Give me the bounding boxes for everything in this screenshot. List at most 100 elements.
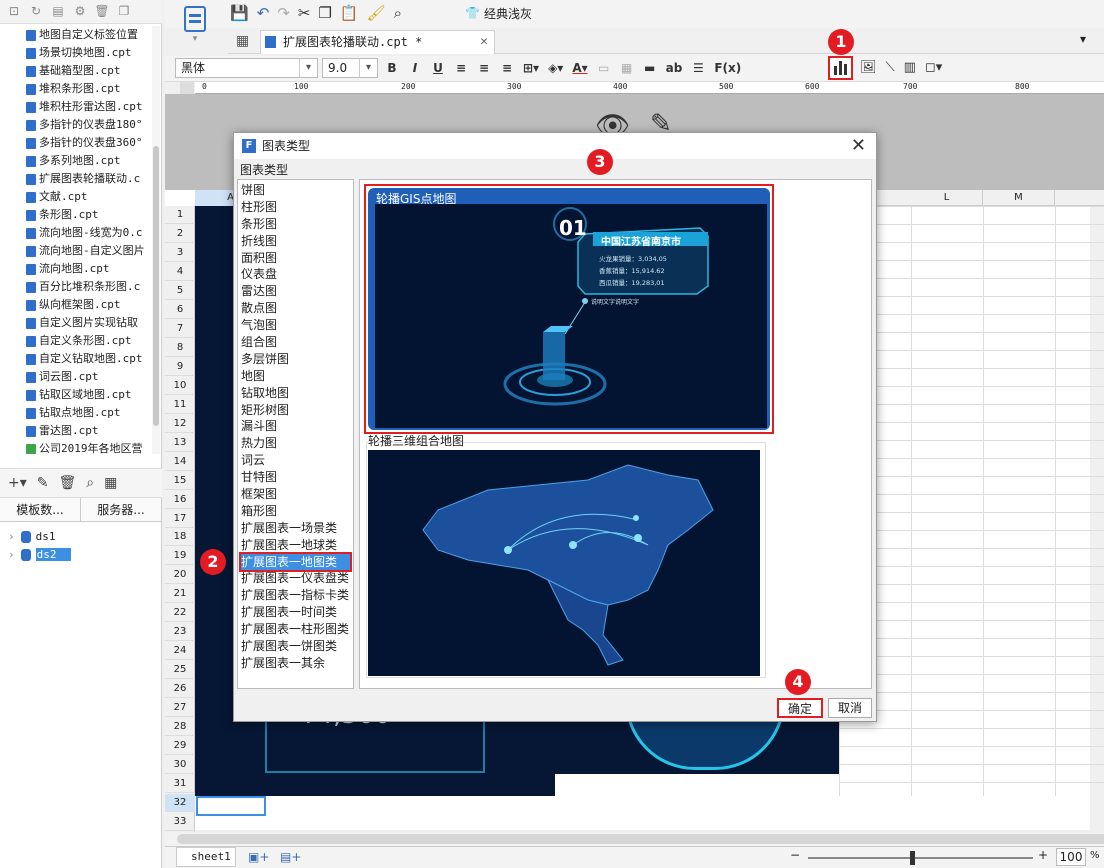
copy-icon[interactable]: ❐ — [318, 4, 331, 22]
file-item[interactable]: 流向地图-线宽为0.c — [0, 224, 152, 242]
row-number[interactable]: 16 — [165, 491, 195, 509]
font-size-select[interactable]: 9.0 ▾ — [322, 58, 378, 78]
file-item[interactable]: 自定义图片实现钻取 — [0, 314, 152, 332]
file-item[interactable]: 钻取区域地图.cpt — [0, 386, 152, 404]
zoom-in-icon[interactable]: + — [1038, 848, 1048, 862]
chart-type-item[interactable]: 雷达图 — [241, 283, 350, 300]
column-l[interactable]: L — [911, 190, 983, 206]
horizontal-scrollbar[interactable] — [165, 832, 1104, 846]
row-number[interactable]: 8 — [165, 339, 195, 357]
row-number[interactable]: 21 — [165, 585, 195, 604]
chart-type-item[interactable]: 饼图 — [241, 182, 350, 199]
chart-type-item[interactable]: 条形图 — [241, 216, 350, 233]
bold-button[interactable]: B — [385, 61, 399, 75]
theme-button[interactable]: 👕 经典浅灰 — [465, 3, 532, 23]
align-left-icon[interactable]: ≡ — [454, 61, 468, 75]
image-icon[interactable]: 🖼 — [860, 60, 877, 75]
row-number[interactable]: 20 — [165, 566, 195, 585]
delete-dataset-icon[interactable]: 🗑 — [59, 475, 77, 491]
row-number[interactable]: 7 — [165, 320, 195, 338]
chart-type-item[interactable]: 扩展图表一其余 — [241, 655, 350, 672]
row-number[interactable]: 23 — [165, 623, 195, 642]
sheet-tab[interactable]: sheet1 — [176, 847, 236, 867]
add-poly-sheet-icon[interactable]: ▤+ — [280, 850, 301, 864]
underline-button[interactable]: U — [431, 61, 445, 75]
dataset-item[interactable]: › ds1 — [0, 528, 162, 546]
undo-icon[interactable]: ↶ — [257, 4, 270, 22]
file-item[interactable]: 公司2019年各地区营 — [0, 440, 152, 454]
chart-type-item[interactable]: 漏斗图 — [241, 418, 350, 435]
template-design-button[interactable]: ▾ — [180, 6, 210, 46]
delete-icon[interactable]: 🗑 — [94, 3, 110, 19]
chart-type-item[interactable]: 散点图 — [241, 300, 350, 317]
border-icon[interactable]: ⊞▾ — [523, 61, 539, 75]
file-tree-scrollbar[interactable] — [152, 26, 160, 454]
chart-type-item[interactable]: 地图 — [241, 368, 350, 385]
file-item[interactable]: 地图自定义标签位置 — [0, 26, 152, 44]
tab-server-datasets[interactable]: 服务器... — [81, 498, 162, 521]
chart-type-item[interactable]: 扩展图表一场景类 — [241, 520, 350, 537]
file-item[interactable]: 堆积条形图.cpt — [0, 80, 152, 98]
zoom-slider[interactable] — [808, 857, 1033, 859]
chart-type-item[interactable]: 框架图 — [241, 486, 350, 503]
align-right-icon[interactable]: ≡ — [500, 61, 514, 75]
chart-type-item[interactable]: 甘特图 — [241, 469, 350, 486]
settings-icon[interactable]: ⚙ — [72, 3, 88, 19]
text-button[interactable]: ab — [666, 61, 683, 75]
insert-cell-icon[interactable]: ▬ — [643, 61, 657, 75]
file-item[interactable]: 雷达图.cpt — [0, 422, 152, 440]
file-item[interactable]: 纵向框架图.cpt — [0, 296, 152, 314]
row-number[interactable]: 4 — [165, 263, 195, 281]
row-number[interactable]: 22 — [165, 604, 195, 623]
subreport-icon[interactable]: ▥ — [904, 60, 916, 75]
column-m[interactable]: M — [983, 190, 1055, 206]
chart-type-item[interactable]: 扩展图表一柱形图类 — [241, 621, 350, 638]
chart-type-item[interactable]: 扩展图表一指标卡类 — [241, 587, 350, 604]
chart-type-item[interactable]: 矩形树图 — [241, 402, 350, 419]
new-folder-icon[interactable]: ⊡ — [6, 3, 22, 19]
open-icon[interactable]: ▤ — [50, 3, 66, 19]
file-item[interactable]: 多系列地图.cpt — [0, 152, 152, 170]
tab-template-datasets[interactable]: 模板数... — [0, 498, 81, 521]
grid-icon[interactable]: ▦ — [236, 33, 249, 49]
row-number[interactable]: 5 — [165, 282, 195, 300]
document-tab[interactable]: 扩展图表轮播联动.cpt * ✕ — [260, 30, 495, 54]
row-number[interactable]: 3 — [165, 244, 195, 262]
file-item[interactable]: 百分比堆积条形图.c — [0, 278, 152, 296]
file-item[interactable]: 自定义钻取地图.cpt — [0, 350, 152, 368]
file-item[interactable]: 堆积柱形雷达图.cpt — [0, 98, 152, 116]
chart-type-item[interactable]: 词云 — [241, 452, 350, 469]
expand-icon[interactable]: › — [8, 548, 15, 561]
close-tab-icon[interactable]: ✕ — [480, 31, 488, 53]
insert-chart-button[interactable] — [828, 56, 853, 80]
slash-icon[interactable]: ⟍ — [886, 60, 895, 75]
row-number[interactable]: 6 — [165, 301, 195, 319]
richtext-icon[interactable]: ☰ — [691, 61, 705, 75]
row-number[interactable]: 29 — [165, 737, 195, 756]
row-number[interactable]: 28 — [165, 718, 195, 737]
redo-icon[interactable]: ↷ — [277, 4, 290, 22]
formula-button[interactable]: F(x) — [714, 61, 741, 75]
cancel-button[interactable]: 取消 — [828, 698, 872, 718]
row-number[interactable]: 14 — [165, 453, 195, 471]
row-number[interactable]: 26 — [165, 680, 195, 699]
3d-map-thumbnail[interactable] — [368, 450, 760, 676]
file-item[interactable]: 基础箱型图.cpt — [0, 62, 152, 80]
refresh-icon[interactable]: ↻ — [28, 3, 44, 19]
file-item[interactable]: 扩展图表轮播联动.c — [0, 170, 152, 188]
font-color-icon[interactable]: A▾ — [572, 61, 587, 75]
unmerge-icon[interactable]: ▦ — [620, 61, 634, 75]
file-item[interactable]: 场景切换地图.cpt — [0, 44, 152, 62]
chart-type-item[interactable]: 扩展图表一饼图类 — [241, 638, 350, 655]
file-item[interactable]: 词云图.cpt — [0, 368, 152, 386]
row-number[interactable]: 15 — [165, 472, 195, 490]
add-sheet-icon[interactable]: ▣+ — [248, 850, 269, 864]
chart-type-item[interactable]: 折线图 — [241, 233, 350, 250]
chart-type-item[interactable]: 箱形图 — [241, 503, 350, 520]
file-item[interactable]: 自定义条形图.cpt — [0, 332, 152, 350]
row-number[interactable]: 27 — [165, 699, 195, 718]
chart-type-item[interactable]: 钻取地图 — [241, 385, 350, 402]
save-icon[interactable]: 💾 — [230, 4, 249, 22]
file-item[interactable]: 多指针的仪表盘360° — [0, 134, 152, 152]
add-dataset-icon[interactable]: +▾ — [8, 475, 27, 491]
